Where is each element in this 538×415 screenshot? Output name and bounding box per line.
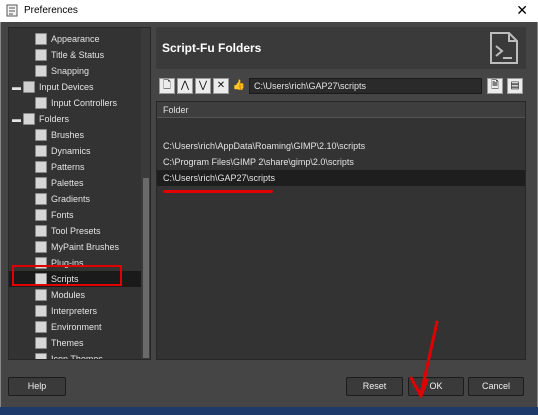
input-devices-icon <box>23 81 35 93</box>
sidebar-item-input-controllers[interactable]: Input Controllers <box>9 95 141 111</box>
window-title: Preferences <box>24 5 78 16</box>
mypaint-brushes-icon <box>35 241 47 253</box>
sidebar-item-folders[interactable]: ▬ Folders <box>9 111 141 127</box>
snapping-icon <box>35 65 47 77</box>
patterns-icon <box>35 161 47 173</box>
cancel-button[interactable]: Cancel <box>468 377 524 396</box>
sidebar-item-brushes[interactable]: Brushes <box>9 127 141 143</box>
folders-list: Folder C:\Users\rich\AppData\Roaming\GIM… <box>156 101 526 360</box>
sidebar-item-snapping[interactable]: Snapping <box>9 63 141 79</box>
folders-panel: Script-Fu Folders 🗋 ⋀ ⋁ ✕ 👍 C:\Users\ric… <box>156 27 526 360</box>
sidebar-item-interpreters[interactable]: Interpreters <box>9 303 141 319</box>
dynamics-icon <box>35 145 47 157</box>
folder-column-header[interactable]: Folder <box>157 102 525 118</box>
arrow-up-icon[interactable]: ⋀ <box>177 78 193 94</box>
preferences-dialog: Appearance Title & Status Snapping ▬ Inp… <box>0 22 538 407</box>
input-controllers-icon <box>35 97 47 109</box>
title-status-icon <box>35 49 47 61</box>
brushes-icon <box>35 129 47 141</box>
collapse-icon[interactable]: ▬ <box>12 111 21 127</box>
annotation-underline <box>163 190 273 193</box>
list-item[interactable]: C:\Users\rich\AppData\Roaming\GIMP\2.10\… <box>157 138 525 154</box>
folder-path-input[interactable]: C:\Users\rich\GAP27\scripts <box>249 78 482 94</box>
save-icon[interactable]: ▤ <box>507 78 523 94</box>
folders-toolbar: 🗋 ⋀ ⋁ ✕ 👍 C:\Users\rich\GAP27\scripts 🗎 … <box>156 75 526 97</box>
tree-scrollbar[interactable] <box>141 28 150 359</box>
browse-folder-icon[interactable]: 🗎 <box>487 78 503 94</box>
modules-icon <box>35 289 47 301</box>
appearance-icon <box>35 33 47 45</box>
sidebar-item-scripts[interactable]: Scripts <box>9 271 141 287</box>
list-item-selected[interactable]: C:\Users\rich\GAP27\scripts <box>157 170 525 186</box>
list-item[interactable]: C:\Program Files\GIMP 2\share\gimp\2.0\s… <box>157 154 525 170</box>
reset-button[interactable]: Reset <box>346 377 403 396</box>
scripts-icon <box>35 273 47 285</box>
gradients-icon <box>35 193 47 205</box>
icon-themes-icon <box>35 353 47 359</box>
sidebar-item-tool-presets[interactable]: Tool Presets <box>9 223 141 239</box>
help-button[interactable]: Help <box>8 377 66 396</box>
sidebar-item-themes[interactable]: Themes <box>9 335 141 351</box>
sidebar-item-dynamics[interactable]: Dynamics <box>9 143 141 159</box>
interpreters-icon <box>35 305 47 317</box>
delete-icon[interactable]: ✕ <box>213 78 229 94</box>
environment-icon <box>35 321 47 333</box>
close-icon[interactable]: ✕ <box>516 2 528 18</box>
window-titlebar: Preferences ✕ <box>0 0 538 22</box>
themes-icon <box>35 337 47 349</box>
arrow-down-icon[interactable]: ⋁ <box>195 78 211 94</box>
collapse-icon[interactable]: ▬ <box>12 79 21 95</box>
sidebar-item-icon-themes[interactable]: Icon Themes <box>9 351 141 359</box>
sidebar-item-environment[interactable]: Environment <box>9 319 141 335</box>
sidebar-item-modules[interactable]: Modules <box>9 287 141 303</box>
panel-header: Script-Fu Folders <box>156 27 526 69</box>
sidebar-item-input-devices[interactable]: ▬ Input Devices <box>9 79 141 95</box>
plugins-icon <box>35 257 47 269</box>
fonts-icon <box>35 209 47 221</box>
sidebar-item-title-status[interactable]: Title & Status <box>9 47 141 63</box>
sidebar-item-gradients[interactable]: Gradients <box>9 191 141 207</box>
new-document-icon[interactable]: 🗋 <box>159 78 175 94</box>
sidebar-item-fonts[interactable]: Fonts <box>9 207 141 223</box>
sidebar-item-appearance[interactable]: Appearance <box>9 31 141 47</box>
sidebar-item-patterns[interactable]: Patterns <box>9 159 141 175</box>
thumbs-up-icon[interactable]: 👍 <box>231 78 247 94</box>
preferences-tree: Appearance Title & Status Snapping ▬ Inp… <box>8 27 151 360</box>
ok-button[interactable]: OK <box>408 377 464 396</box>
sidebar-item-plug-ins[interactable]: Plug-ins <box>9 255 141 271</box>
folders-icon <box>23 113 35 125</box>
script-terminal-icon <box>490 32 518 64</box>
tree-scrollbar-thumb[interactable] <box>143 178 149 358</box>
tool-presets-icon <box>35 225 47 237</box>
gimp-app-icon <box>6 4 18 17</box>
palettes-icon <box>35 177 47 189</box>
sidebar-item-mypaint-brushes[interactable]: MyPaint Brushes <box>9 239 141 255</box>
page-title: Script-Fu Folders <box>162 41 262 55</box>
sidebar-item-palettes[interactable]: Palettes <box>9 175 141 191</box>
